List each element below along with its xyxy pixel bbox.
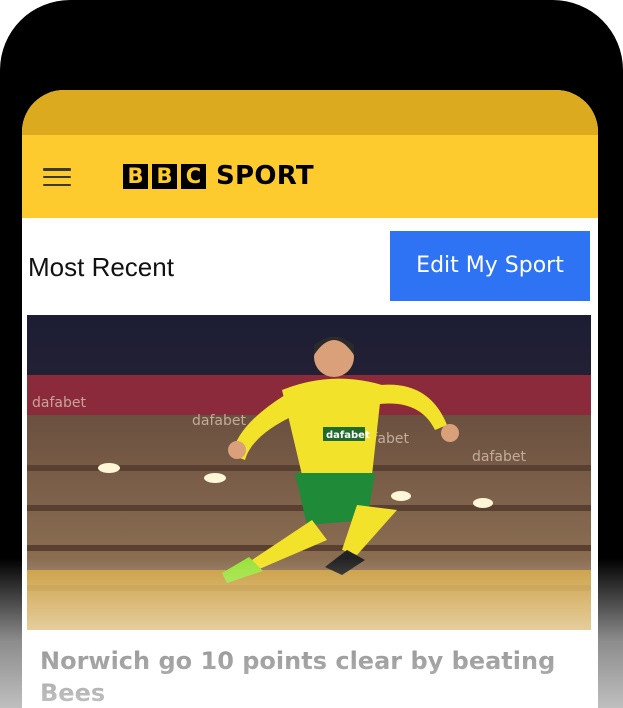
bbc-sport-logo[interactable]: B B C SPORT <box>123 161 314 191</box>
hero-photo: dafabet dafabet dafabet dafabet dafabet <box>27 315 591 630</box>
hamburger-menu-icon[interactable] <box>43 168 71 186</box>
logo-block-b1: B <box>123 164 148 189</box>
logo-sport-text: SPORT <box>216 161 314 191</box>
board-text-2: dafabet <box>192 413 246 429</box>
board-text-1: dafabet <box>32 395 86 411</box>
app-screen: B B C SPORT Most Recent Edit My Sport da… <box>22 90 598 708</box>
logo-block-c: C <box>181 164 206 189</box>
app-header: B B C SPORT <box>22 135 598 218</box>
article-headline[interactable]: Norwich go 10 points clear by beating Be… <box>40 645 580 708</box>
edit-my-sport-button[interactable]: Edit My Sport <box>390 231 590 301</box>
section-title: Most Recent <box>28 252 174 282</box>
status-bar <box>22 90 598 135</box>
board-text-4: dafabet <box>472 449 526 465</box>
section-header: Most Recent Edit My Sport <box>22 218 598 313</box>
article-hero-image[interactable]: dafabet dafabet dafabet dafabet dafabet <box>27 315 591 630</box>
phone-frame: B B C SPORT Most Recent Edit My Sport da… <box>0 0 623 708</box>
shirt-sponsor: dafabet <box>326 430 370 441</box>
logo-block-b2: B <box>152 164 177 189</box>
